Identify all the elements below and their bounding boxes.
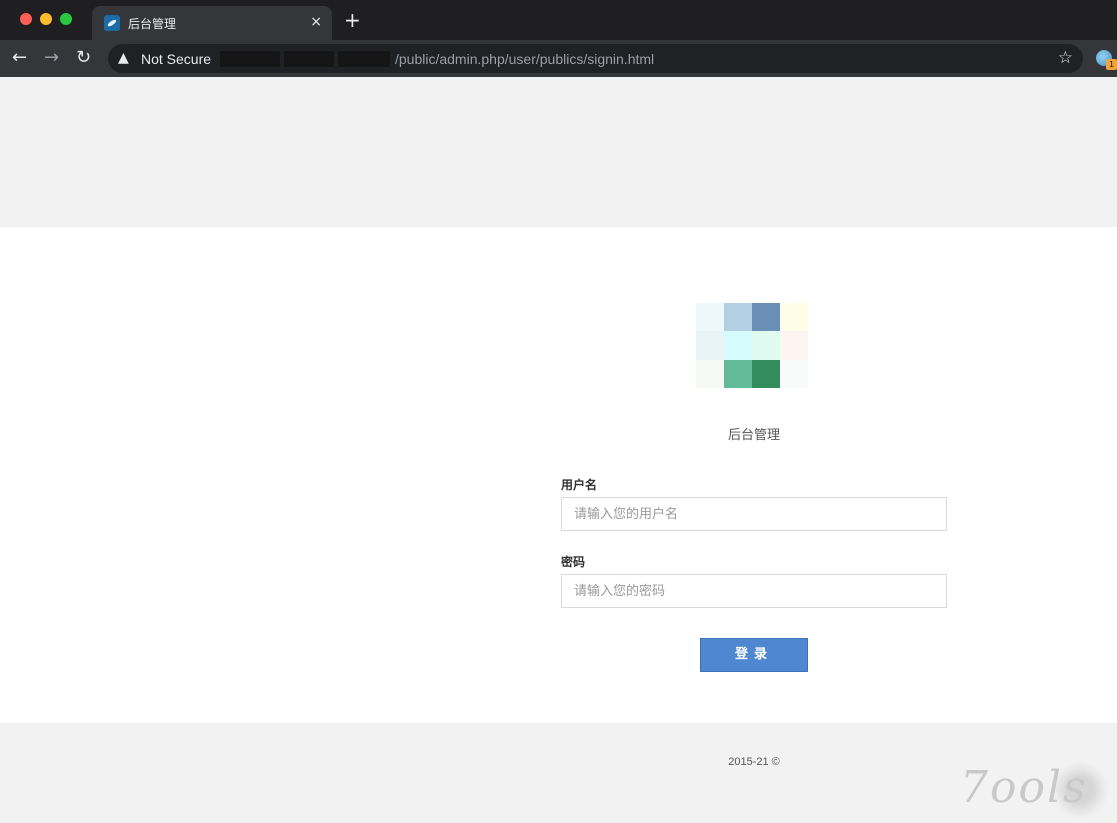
maximize-window-button[interactable] (60, 13, 72, 25)
redacted-host (284, 51, 334, 67)
favicon-icon (104, 15, 120, 31)
extension-badge: 1 (1106, 59, 1117, 70)
address-bar[interactable]: ▲ Not Secure /public/admin.php/user/publ… (108, 44, 1083, 73)
login-button[interactable]: 登录 (700, 638, 808, 672)
logo-pixel (780, 303, 808, 332)
username-label: 用户名 (561, 478, 598, 492)
back-arrow-icon[interactable]: ← (12, 48, 27, 68)
warning-icon: ▲ (118, 50, 129, 66)
logo-pixel (696, 359, 724, 388)
close-window-button[interactable] (20, 13, 32, 25)
copyright-footer: 2015-21 © (728, 756, 780, 768)
minimize-window-button[interactable] (40, 13, 52, 25)
browser-toolbar: ← → ↻ ▲ Not Secure /public/admin.php/use… (0, 40, 1117, 77)
browser-tab-bar: 后台管理 × + (0, 0, 1117, 40)
redacted-host (338, 51, 390, 67)
logo-pixel (780, 331, 808, 360)
redacted-host (220, 51, 280, 67)
tab-title: 后台管理 (128, 17, 177, 31)
header-band (0, 77, 1117, 227)
browser-tab[interactable]: 后台管理 × (92, 6, 332, 40)
logo-pixel (752, 303, 780, 332)
login-panel (0, 227, 1117, 723)
url-path: /public/admin.php/user/publics/signin.ht… (395, 51, 655, 67)
new-tab-button[interactable]: + (344, 10, 361, 30)
logo-pixel (724, 359, 752, 388)
logo-pixel (696, 331, 724, 360)
security-status[interactable]: Not Secure (141, 51, 211, 67)
footer-band (0, 723, 1117, 823)
username-input[interactable] (561, 497, 947, 531)
password-input[interactable] (561, 574, 947, 608)
logo-pixel (752, 331, 780, 360)
forward-arrow-icon[interactable]: → (44, 48, 59, 68)
password-label: 密码 (561, 555, 586, 569)
logo-pixel (724, 331, 752, 360)
watermark-logo: 7ools (960, 762, 1088, 813)
site-name: 后台管理 (727, 428, 780, 443)
logo-pixel (780, 359, 808, 388)
bookmark-star-icon[interactable]: ☆ (1058, 48, 1073, 68)
logo-pixel (752, 359, 780, 388)
logo-pixel (696, 303, 724, 332)
tab-close-icon[interactable]: × (310, 13, 322, 31)
site-logo (696, 303, 808, 388)
reload-icon[interactable]: ↻ (76, 48, 91, 68)
logo-pixel (724, 303, 752, 332)
